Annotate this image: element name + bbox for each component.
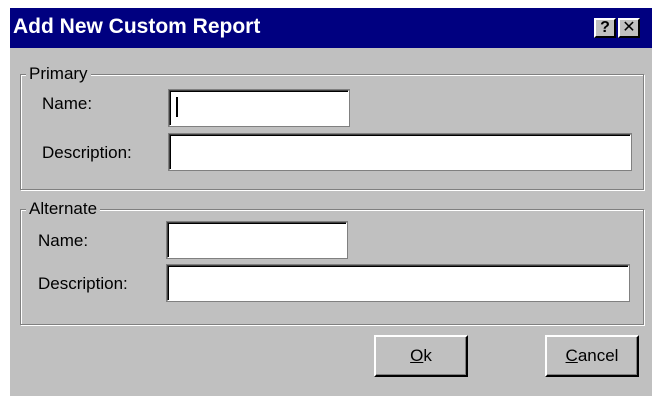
primary-description-input[interactable]: [168, 133, 632, 171]
alternate-name-label: Name:: [38, 231, 89, 250]
ok-mnemonic: O: [410, 346, 424, 365]
primary-description-label: Description:: [42, 143, 132, 162]
close-button[interactable]: ✕: [618, 18, 640, 38]
alternate-legend: Alternate: [26, 199, 101, 219]
cancel-button[interactable]: Cancel: [545, 335, 639, 377]
alternate-description-input[interactable]: [166, 264, 630, 302]
ok-label-rest: k: [423, 346, 432, 365]
close-icon: ✕: [622, 19, 636, 36]
primary-name-label: Name:: [42, 94, 93, 113]
ok-button[interactable]: Ok: [374, 335, 468, 377]
help-button[interactable]: ?: [594, 18, 616, 38]
title-bar[interactable]: Add New Custom Report ? ✕: [10, 8, 652, 48]
window-title: Add New Custom Report: [13, 15, 261, 38]
alternate-description-label: Description:: [38, 274, 128, 293]
cancel-label-rest: ancel: [577, 346, 619, 365]
text-caret: [176, 97, 178, 117]
primary-name-input[interactable]: [168, 89, 350, 127]
add-custom-report-dialog: Add New Custom Report ? ✕ Primary Name: …: [10, 8, 652, 396]
help-icon: ?: [600, 19, 610, 36]
alternate-name-input[interactable]: [166, 221, 348, 259]
primary-legend: Primary: [26, 64, 91, 84]
cancel-mnemonic: C: [565, 346, 578, 365]
